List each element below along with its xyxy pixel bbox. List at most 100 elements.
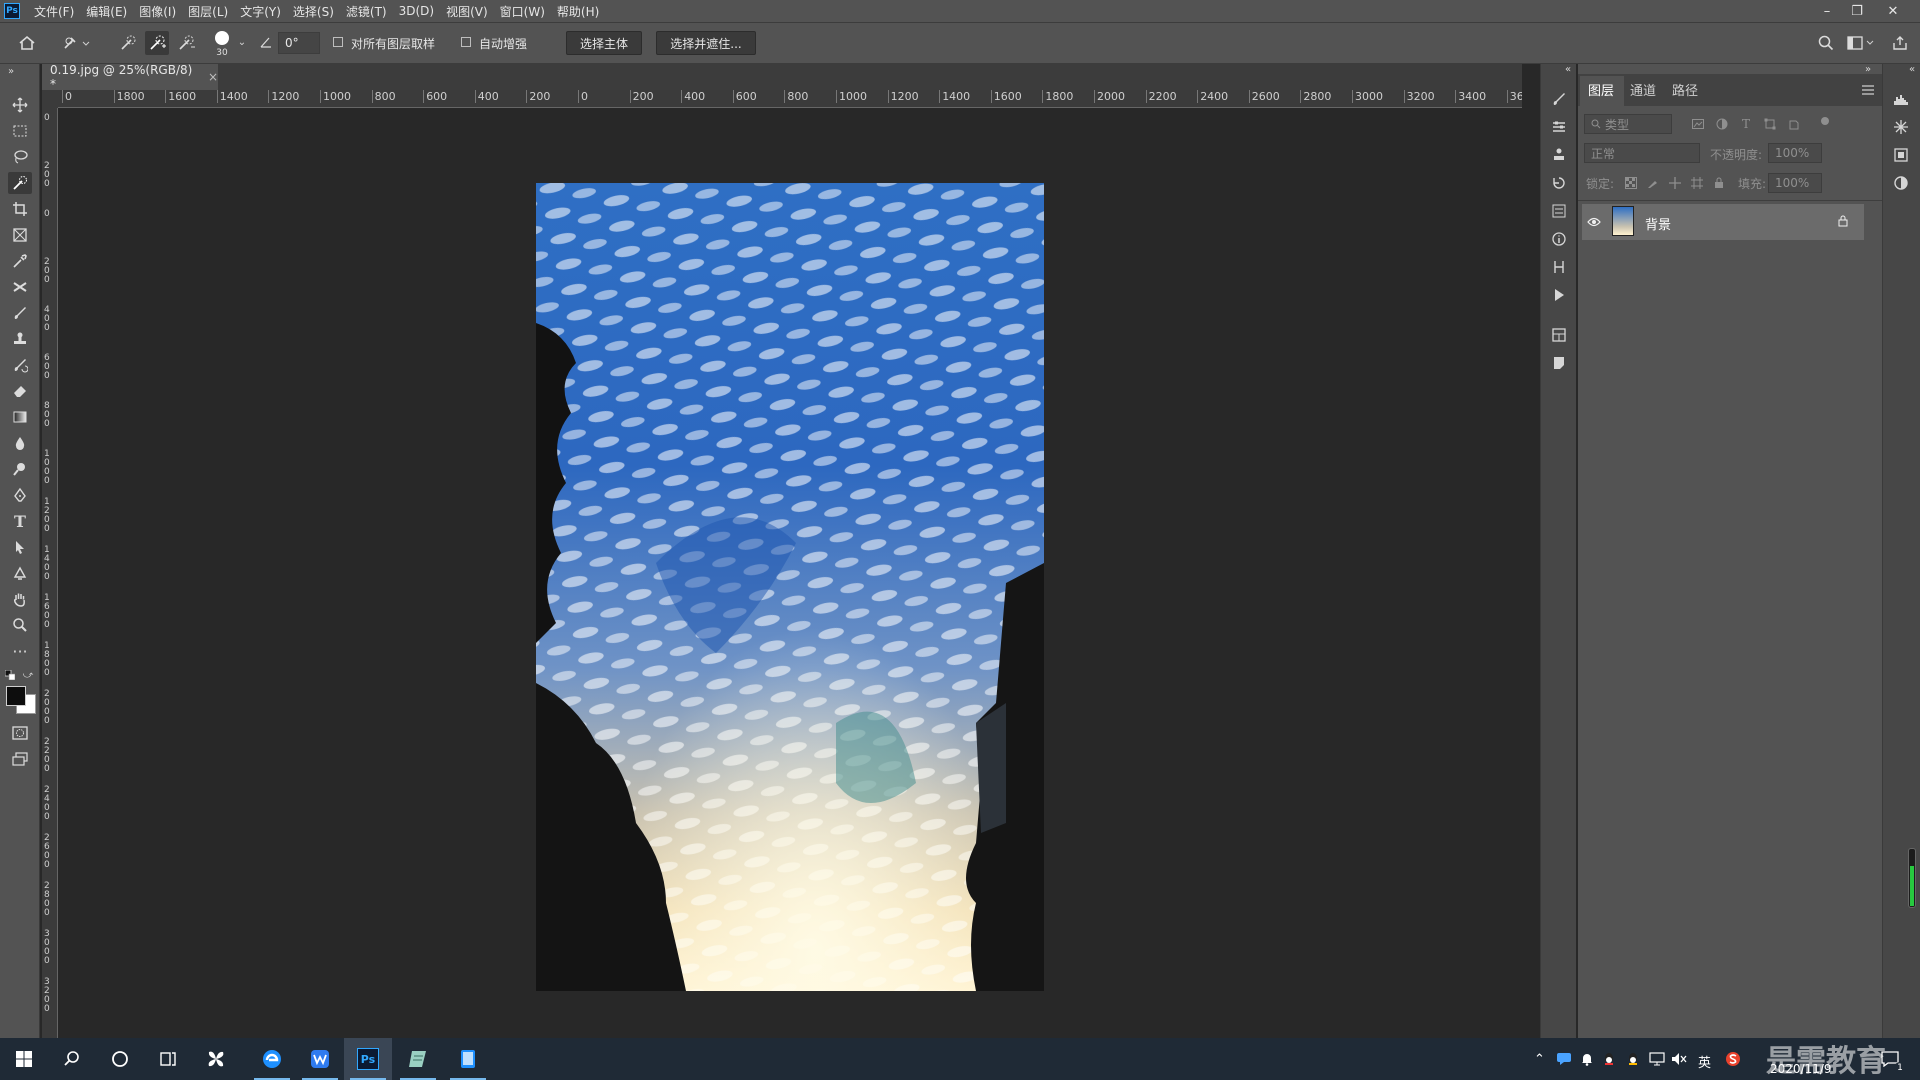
notes-panel-icon[interactable] xyxy=(1548,352,1570,374)
notes-icon[interactable] xyxy=(394,1038,442,1080)
menu-window[interactable]: 窗口(W) xyxy=(494,3,551,20)
clone-stamp-tool-icon[interactable] xyxy=(8,328,32,350)
menu-3d[interactable]: 3D(D) xyxy=(393,4,440,18)
brush-size-preview-icon[interactable] xyxy=(212,28,232,48)
blend-mode-select[interactable]: 正常 xyxy=(1584,143,1700,163)
libraries-panel-icon[interactable] xyxy=(1548,324,1570,346)
healing-brush-tool-icon[interactable] xyxy=(8,276,32,298)
collapse-right-strip-icon[interactable]: « xyxy=(1906,64,1918,75)
tab-paths[interactable]: 路径 xyxy=(1672,80,1698,99)
eraser-tool-icon[interactable] xyxy=(8,380,32,402)
lock-artboard-icon[interactable] xyxy=(1690,176,1704,190)
pen-tool-icon[interactable] xyxy=(8,484,32,506)
home-icon[interactable] xyxy=(14,32,40,54)
brush-settings-chevron-icon[interactable]: ⌄ xyxy=(236,36,248,48)
lock-position-icon[interactable] xyxy=(1668,176,1682,190)
select-subject-button[interactable]: 选择主体 xyxy=(566,31,642,55)
filter-type-icon[interactable]: T xyxy=(1738,116,1754,132)
filter-adjustment-icon[interactable] xyxy=(1714,116,1730,132)
share-icon[interactable] xyxy=(1890,33,1910,53)
custom-shape-tool-icon[interactable] xyxy=(8,562,32,584)
task-view-icon[interactable] xyxy=(144,1038,192,1080)
cortana-icon[interactable] xyxy=(96,1038,144,1080)
gradient-tool-icon[interactable] xyxy=(8,406,32,428)
menu-filter[interactable]: 滤镜(T) xyxy=(340,3,393,20)
layer-comps-panel-icon[interactable] xyxy=(1890,144,1912,166)
lock-all-icon[interactable] xyxy=(1712,176,1726,190)
lasso-tool-icon[interactable] xyxy=(8,146,32,168)
zoom-tool-icon[interactable] xyxy=(8,614,32,636)
photoshop-logo[interactable]: Ps xyxy=(4,3,20,19)
wps-icon[interactable] xyxy=(296,1038,344,1080)
layer-name[interactable]: 背景 xyxy=(1645,214,1671,233)
lock-image-pixels-icon[interactable] xyxy=(1646,176,1660,190)
marquee-tool-icon[interactable] xyxy=(8,120,32,142)
menu-select[interactable]: 选择(S) xyxy=(287,3,340,20)
histogram-panel-icon[interactable] xyxy=(1890,88,1912,110)
brush-presets-panel-icon[interactable] xyxy=(1548,88,1570,110)
search-icon[interactable] xyxy=(1816,33,1836,53)
info-panel-icon[interactable] xyxy=(1548,228,1570,250)
qq-tray-icon[interactable] xyxy=(1600,1051,1618,1067)
menu-file[interactable]: 文件(F) xyxy=(28,3,80,20)
close-button[interactable]: ✕ xyxy=(1876,0,1910,22)
sogou-tray-icon[interactable] xyxy=(1724,1050,1742,1068)
workspace-icon[interactable] xyxy=(1846,33,1876,53)
clone-source-panel-icon[interactable] xyxy=(1548,144,1570,166)
crop-tool-icon[interactable] xyxy=(8,198,32,220)
brush-tool-icon[interactable] xyxy=(8,302,32,324)
network-tray-icon[interactable] xyxy=(1648,1051,1666,1067)
auto-enhance-checkbox[interactable] xyxy=(461,37,471,47)
document-tab-close-icon[interactable]: × xyxy=(208,70,218,84)
history-brush-tool-icon[interactable] xyxy=(8,354,32,376)
subtract-from-selection-brush-icon[interactable] xyxy=(174,31,198,55)
collapse-toolbar-icon[interactable]: » xyxy=(4,66,18,77)
sample-all-layers-checkbox[interactable] xyxy=(333,37,343,47)
vertical-ruler[interactable]: 0 200 0 200 400 600 800 1000 1200 1400 1600 1800 200… xyxy=(42,108,58,1038)
menu-image[interactable]: 图像(I) xyxy=(133,3,182,20)
filter-pixel-icon[interactable] xyxy=(1690,116,1706,132)
layer-filter-select[interactable]: 类型 xyxy=(1584,114,1672,134)
new-selection-brush-icon[interactable] xyxy=(116,31,140,55)
filter-toggle-icon[interactable] xyxy=(1818,114,1832,128)
move-tool-icon[interactable] xyxy=(8,94,32,116)
menu-layer[interactable]: 图层(L) xyxy=(182,3,234,20)
opacity-input[interactable]: 100% xyxy=(1768,143,1822,163)
filter-shape-icon[interactable] xyxy=(1762,116,1778,132)
collapse-panels-icon[interactable]: « xyxy=(1562,64,1574,75)
navigator-panel-icon[interactable] xyxy=(1890,116,1912,138)
tab-layers[interactable]: 图层 xyxy=(1588,80,1614,99)
properties-panel-icon[interactable] xyxy=(1548,200,1570,222)
more-tools-icon[interactable]: ··· xyxy=(8,640,32,662)
document-tab[interactable]: 0.19.jpg @ 25%(RGB/8) * × xyxy=(42,63,218,91)
layer-thumbnail[interactable] xyxy=(1612,206,1634,236)
tab-channels[interactable]: 通道 xyxy=(1630,80,1656,99)
minimize-button[interactable]: – xyxy=(1810,0,1844,22)
blur-tool-icon[interactable] xyxy=(8,432,32,454)
notification-bell-tray-icon[interactable] xyxy=(1578,1051,1596,1067)
lock-transparent-pixels-icon[interactable] xyxy=(1624,176,1638,190)
chat-tray-icon[interactable] xyxy=(1555,1051,1573,1067)
frame-tool-icon[interactable] xyxy=(8,224,32,246)
browser-icon[interactable] xyxy=(248,1038,296,1080)
history-panel-icon[interactable] xyxy=(1548,172,1570,194)
panel-menu-icon[interactable] xyxy=(1860,82,1876,98)
hand-tool-icon[interactable] xyxy=(8,588,32,610)
path-selection-tool-icon[interactable] xyxy=(8,536,32,558)
photoshop-icon[interactable]: Ps xyxy=(344,1038,392,1080)
default-colors-icon[interactable] xyxy=(5,670,15,680)
color-panel-icon[interactable] xyxy=(1890,172,1912,194)
layer-visibility-eye-icon[interactable] xyxy=(1586,214,1602,230)
angle-input[interactable]: 0° xyxy=(278,32,320,54)
adjustments-panel-icon[interactable] xyxy=(1548,116,1570,138)
restore-button[interactable]: ❐ xyxy=(1840,0,1874,22)
add-to-selection-brush-icon[interactable] xyxy=(145,31,169,55)
fill-input[interactable]: 100% xyxy=(1768,173,1822,193)
volume-muted-tray-icon[interactable] xyxy=(1670,1051,1688,1067)
quick-mask-icon[interactable] xyxy=(8,722,32,744)
horizontal-ruler[interactable]: 0 1800 1600 1400 1200 1000 800 600 400 200 0 200 400… xyxy=(58,90,1522,108)
menu-help[interactable]: 帮助(H) xyxy=(551,3,605,20)
show-hidden-icons[interactable]: ⌃ xyxy=(1534,1052,1545,1067)
filter-smart-object-icon[interactable] xyxy=(1786,116,1802,132)
quick-selection-tool-icon[interactable] xyxy=(8,172,32,194)
